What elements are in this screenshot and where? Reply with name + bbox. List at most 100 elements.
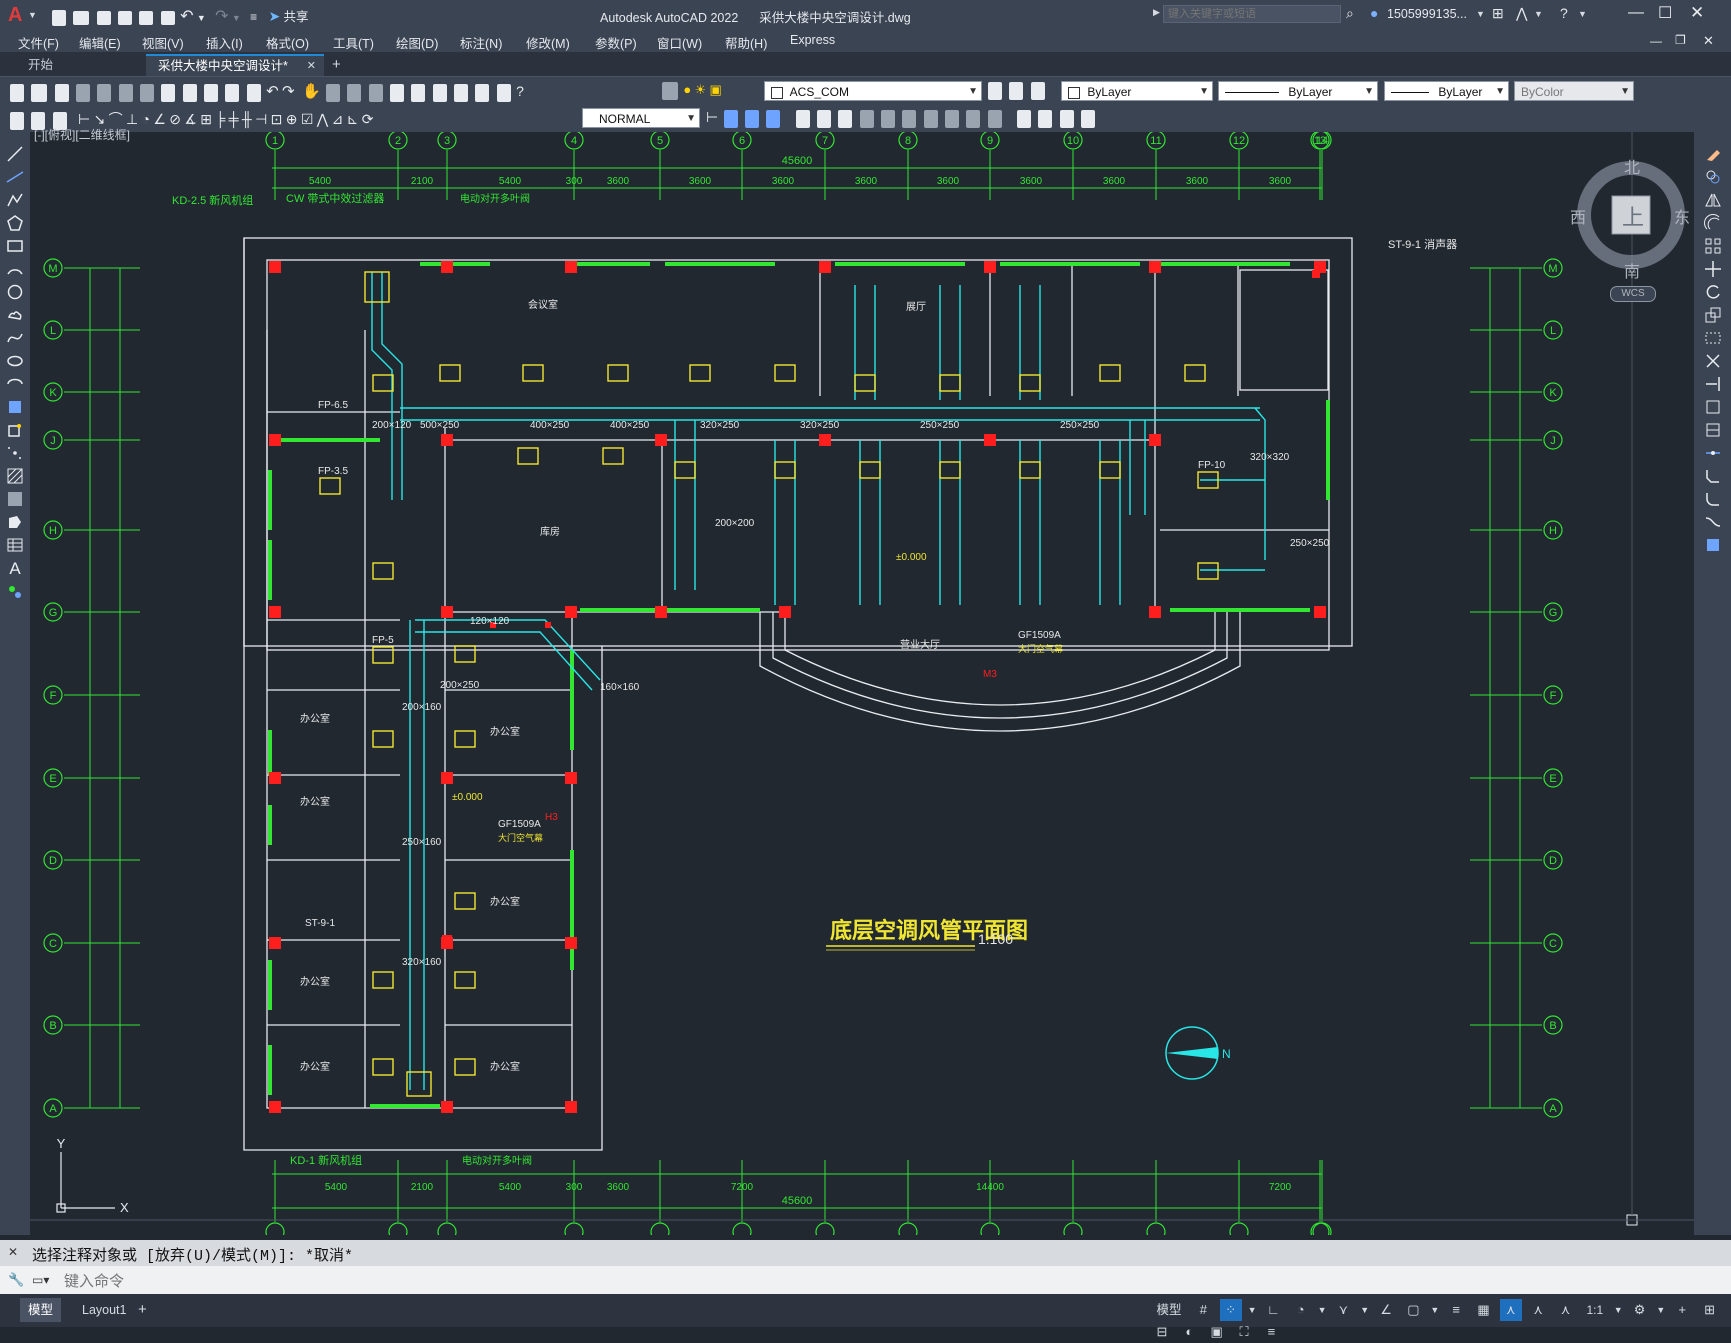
text-style-dropdown[interactable]: NORMAL ▼ bbox=[582, 108, 700, 128]
quick-properties-icon[interactable]: ⊟ bbox=[1151, 1321, 1173, 1343]
menu-view[interactable]: 视图(V) bbox=[142, 33, 184, 52]
polyline-icon[interactable] bbox=[5, 190, 25, 210]
join-icon[interactable] bbox=[1703, 443, 1723, 463]
wcs-menu[interactable]: WCS bbox=[1610, 286, 1656, 302]
stretch-icon[interactable] bbox=[1703, 328, 1723, 348]
explode-icon[interactable] bbox=[1703, 535, 1723, 555]
cart-icon[interactable]: ⊞ bbox=[1492, 5, 1504, 22]
autodesk-app-icon[interactable]: ⋀ bbox=[1516, 5, 1527, 22]
array-icon[interactable] bbox=[1703, 236, 1723, 256]
extend-icon[interactable] bbox=[1703, 374, 1723, 394]
zoom-previous-icon[interactable] bbox=[368, 83, 383, 102]
menu-parametric[interactable]: 参数(P) bbox=[595, 33, 637, 52]
undo-icon[interactable]: ↶ bbox=[180, 8, 193, 25]
preview-icon[interactable] bbox=[97, 83, 112, 102]
polar-dropdown-icon[interactable]: ▼ bbox=[1317, 1299, 1327, 1321]
save-as-icon[interactable] bbox=[118, 10, 133, 25]
make-current-icon[interactable] bbox=[988, 82, 1002, 100]
menu-modify[interactable]: 修改(M) bbox=[526, 33, 570, 52]
ordinate-dim-icon[interactable]: ⊥ bbox=[126, 111, 138, 127]
blend-curves-icon[interactable] bbox=[1703, 512, 1723, 532]
dim-text-edit-icon[interactable]: ⊾ bbox=[347, 111, 359, 127]
lineweight-dropdown[interactable]: ByLayer ▼ bbox=[1384, 81, 1509, 101]
plot-icon[interactable] bbox=[160, 10, 175, 25]
annotation-scale-icon[interactable]: ⋏ bbox=[1555, 1299, 1577, 1321]
units-icon[interactable]: ⊞ bbox=[1699, 1299, 1721, 1321]
drawing-canvas[interactable]: [-][俯视][二维线框] 1 2 3 4 5 6 7 8 9 10 11 12… bbox=[30, 128, 1694, 1235]
annotation-visibility-icon[interactable]: ⋏ bbox=[1499, 1299, 1522, 1321]
redo-icon[interactable]: ↷ bbox=[215, 8, 228, 25]
attach-dwf-icon[interactable] bbox=[880, 109, 895, 128]
plot-toolbar-icon[interactable] bbox=[76, 83, 91, 102]
layer-dropdown[interactable]: ACS_COM ▼ bbox=[764, 81, 982, 101]
viewcube-west[interactable]: 西 bbox=[1570, 204, 1586, 228]
arc-length-icon[interactable]: ⌒ bbox=[109, 111, 123, 127]
paste-icon[interactable] bbox=[204, 83, 219, 102]
customize-qat-icon[interactable]: ≡ bbox=[250, 10, 257, 24]
toolbar-undo-icon[interactable]: ↶ bbox=[266, 83, 279, 100]
region-icon[interactable] bbox=[5, 512, 25, 532]
polar-tracking-icon[interactable]: ◔ bbox=[1290, 1299, 1312, 1321]
command-recent-icon[interactable]: ▭▾ bbox=[32, 1273, 49, 1287]
annotation-scale-value[interactable]: 1:1 bbox=[1582, 1299, 1608, 1321]
search-input[interactable] bbox=[1163, 5, 1341, 23]
clean-screen-icon[interactable]: ⛶ bbox=[1233, 1321, 1255, 1343]
user-dropdown-icon[interactable]: ▼ bbox=[1476, 9, 1485, 19]
layer-state-icon[interactable] bbox=[1030, 82, 1045, 100]
angular-dim-icon[interactable]: ∡ bbox=[184, 111, 197, 127]
model-space-button[interactable]: 模型 bbox=[1151, 1299, 1187, 1321]
move-icon[interactable] bbox=[1703, 259, 1723, 279]
rectangle-icon[interactable] bbox=[5, 236, 25, 256]
adjust-icon[interactable] bbox=[1059, 109, 1074, 128]
block-editor-icon[interactable] bbox=[246, 83, 261, 102]
user-icon[interactable]: ● bbox=[1370, 5, 1378, 21]
open-file-icon[interactable] bbox=[73, 10, 90, 25]
design-center-icon[interactable] bbox=[411, 83, 426, 102]
snap-dropdown-icon[interactable]: ▼ bbox=[1247, 1299, 1257, 1321]
plotstyle-dropdown[interactable]: ByColor ▼ bbox=[1514, 81, 1634, 101]
hardware-acceleration-icon[interactable]: ▣ bbox=[1206, 1321, 1228, 1343]
menu-format[interactable]: 格式(O) bbox=[266, 33, 309, 52]
rotate-icon[interactable] bbox=[1703, 282, 1723, 302]
frames-icon[interactable] bbox=[1081, 109, 1096, 128]
chamfer-icon[interactable] bbox=[1703, 466, 1723, 486]
lineweight-icon[interactable]: ≡ bbox=[1445, 1299, 1467, 1321]
gradient-icon[interactable] bbox=[5, 489, 25, 509]
layer-previous-icon[interactable] bbox=[1009, 82, 1024, 100]
pan-icon[interactable]: ✋ bbox=[302, 83, 321, 100]
point-icon[interactable] bbox=[5, 443, 25, 463]
isodraft-dropdown-icon[interactable]: ▼ bbox=[1360, 1299, 1370, 1321]
command-input[interactable] bbox=[62, 1269, 1666, 1293]
publish-web-icon[interactable] bbox=[139, 10, 154, 25]
aligned-dim-icon[interactable]: ↘ bbox=[94, 111, 106, 127]
spline-icon[interactable] bbox=[5, 328, 25, 348]
linetype-dropdown[interactable]: ByLayer ▼ bbox=[1218, 81, 1378, 101]
search-expand-icon[interactable]: ▶ bbox=[1153, 7, 1160, 18]
properties-icon[interactable] bbox=[390, 83, 405, 102]
undo-dropdown-icon[interactable]: ▼ bbox=[197, 13, 206, 23]
scale-icon[interactable] bbox=[1703, 305, 1723, 325]
tolerance-icon[interactable]: ⊡ bbox=[271, 111, 283, 127]
isolate-objects-icon[interactable]: ◐ bbox=[1178, 1321, 1200, 1343]
user-name[interactable]: 1505999135... bbox=[1387, 7, 1467, 21]
redo-dropdown-icon[interactable]: ▼ bbox=[232, 13, 241, 23]
help-dropdown-icon[interactable]: ▼ bbox=[1578, 9, 1587, 19]
search-icon[interactable]: ⌕ bbox=[1346, 5, 1354, 22]
publish-icon[interactable] bbox=[118, 83, 133, 102]
dim-override-icon[interactable]: ⊢ bbox=[706, 109, 718, 125]
attach-pdf-icon[interactable] bbox=[902, 109, 917, 128]
minimize-icon[interactable]: — bbox=[1628, 4, 1644, 22]
dim-style-icon[interactable] bbox=[10, 111, 24, 130]
3d-array-icon[interactable] bbox=[766, 109, 781, 128]
add-selected-icon[interactable] bbox=[5, 582, 25, 602]
doc-minimize-icon[interactable]: — bbox=[1650, 34, 1662, 48]
new-file-icon[interactable] bbox=[52, 9, 66, 26]
attach-dgn-icon[interactable] bbox=[923, 109, 938, 128]
diameter-dim-icon[interactable]: ⊘ bbox=[169, 111, 181, 127]
tab-start[interactable]: 开始 bbox=[16, 54, 160, 76]
isodraft-icon[interactable]: ⋎ bbox=[1332, 1299, 1354, 1321]
menu-tools[interactable]: 工具(T) bbox=[333, 33, 374, 52]
add-scale-icon[interactable]: + bbox=[1671, 1299, 1693, 1321]
customize-status-icon[interactable]: ≡ bbox=[1260, 1321, 1282, 1343]
share-icon[interactable]: ➤ bbox=[268, 8, 280, 24]
